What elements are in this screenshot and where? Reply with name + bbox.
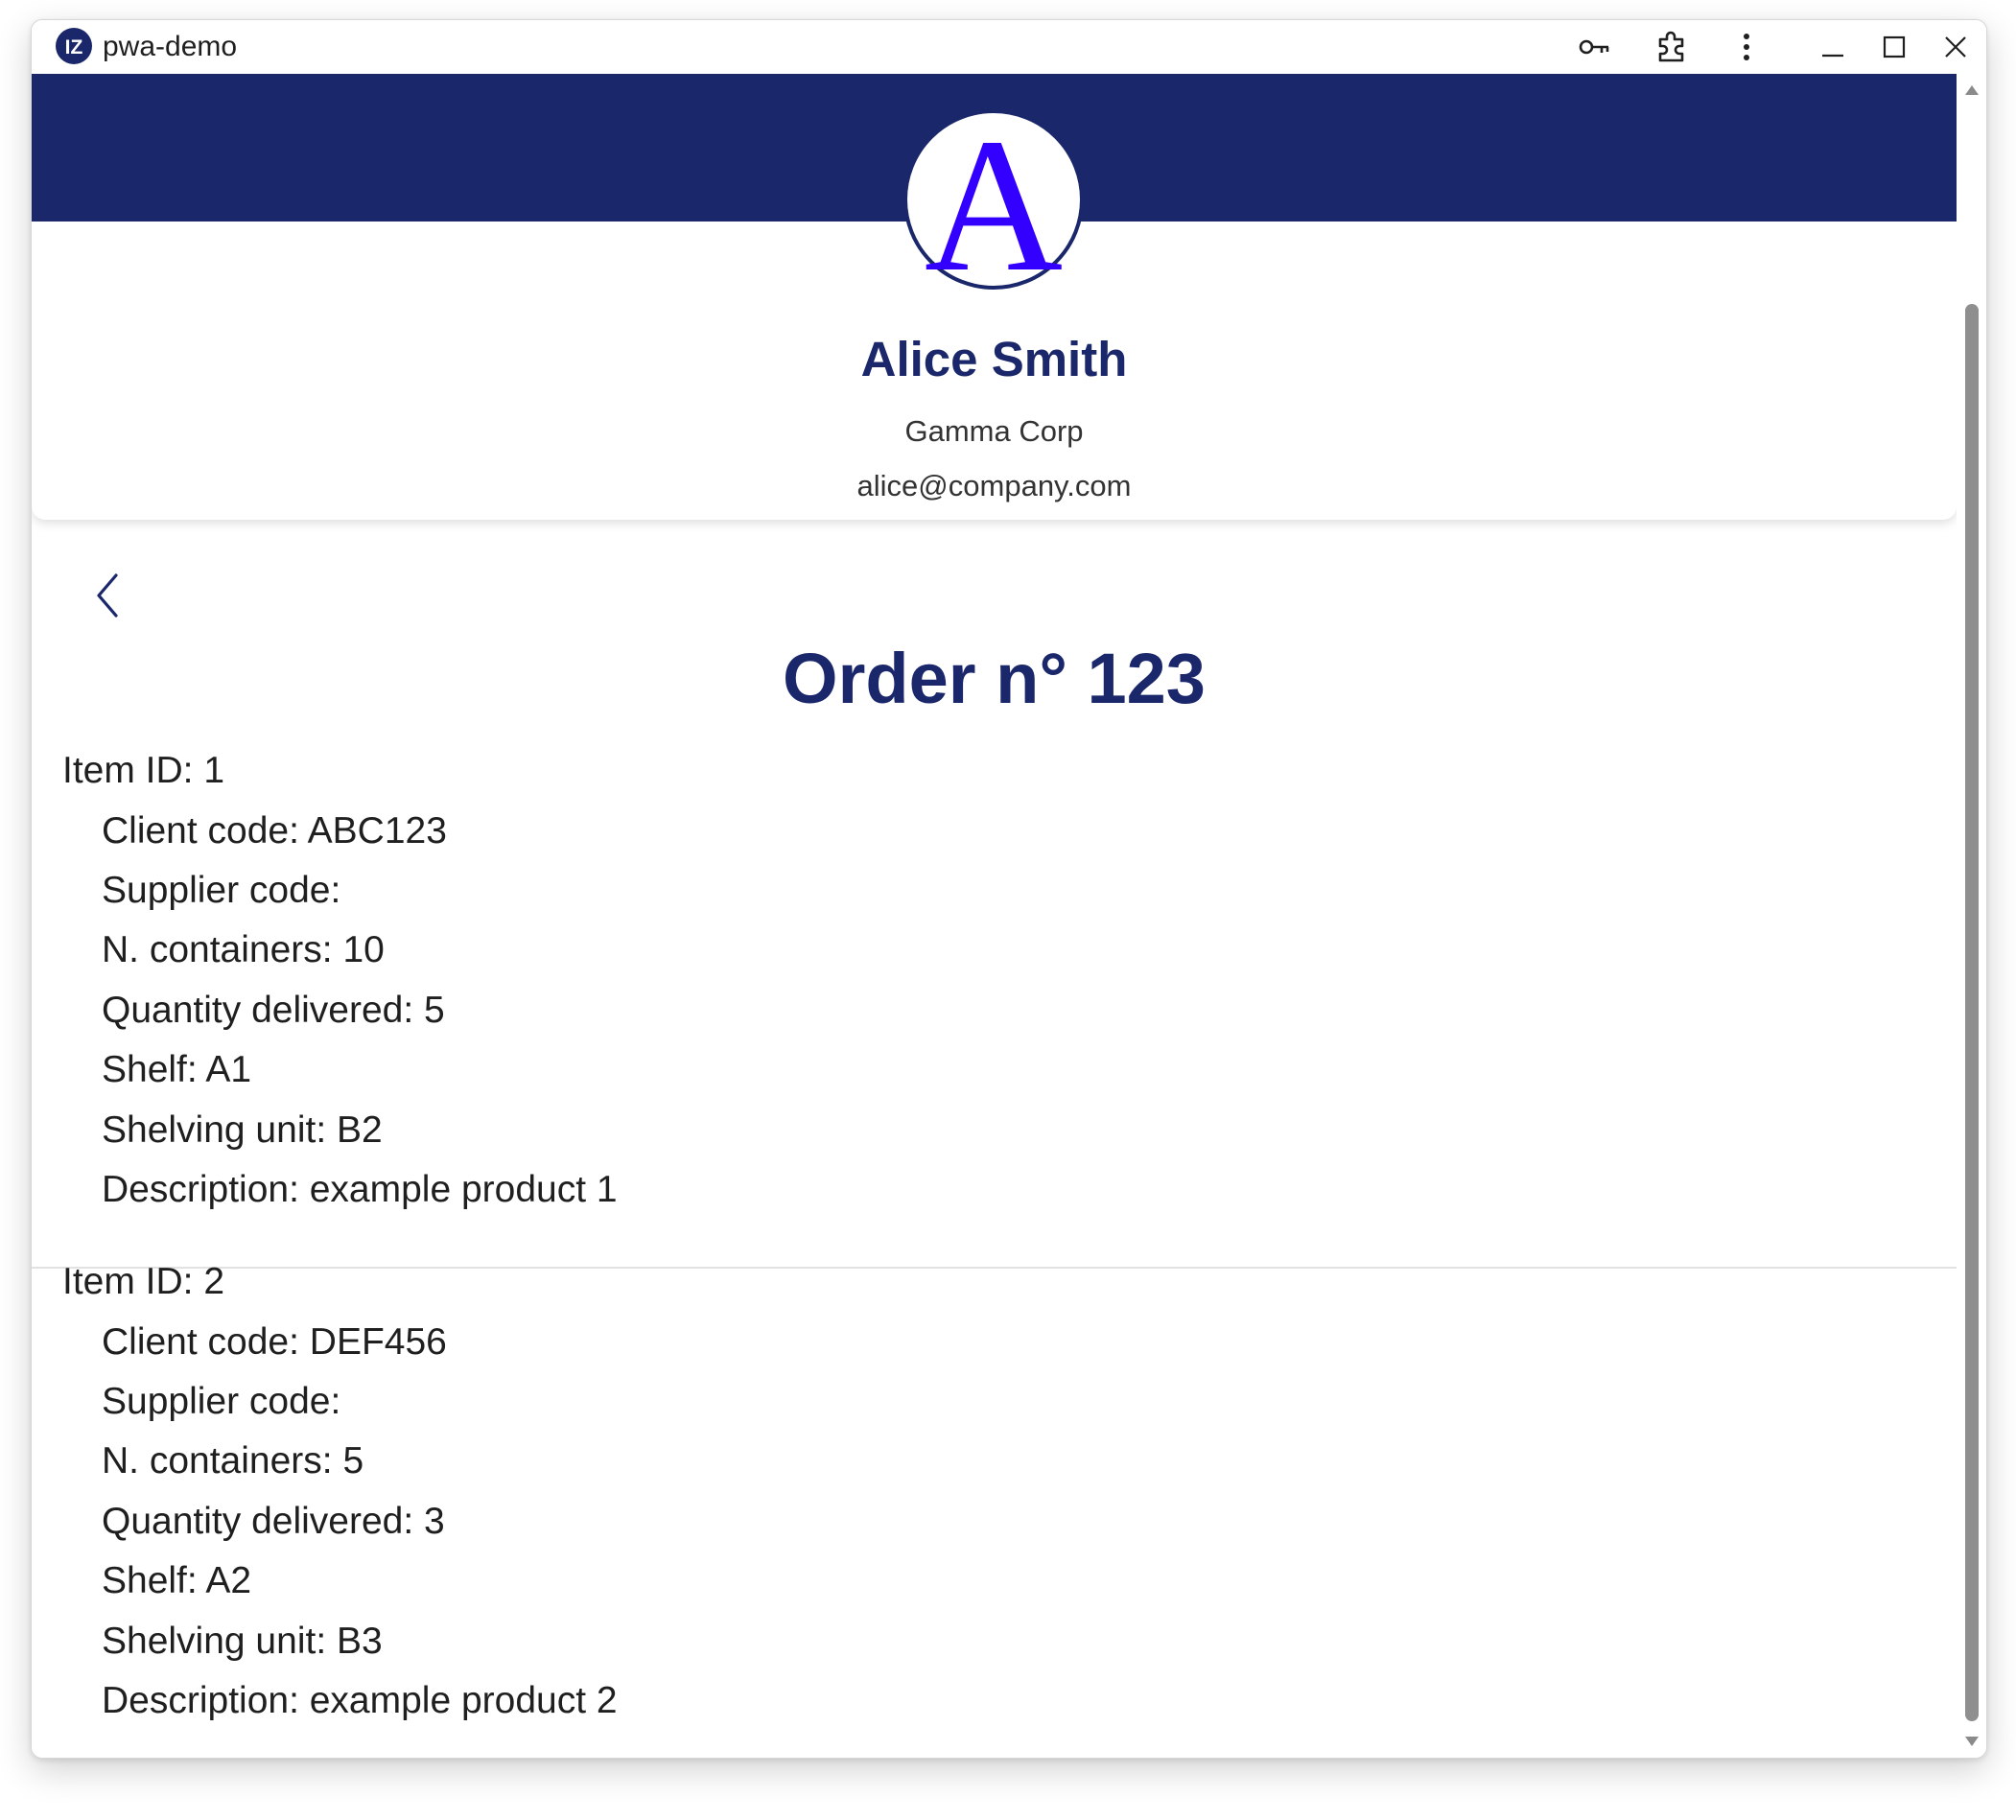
more-options-icon (1744, 34, 1749, 60)
user-company: Gamma Corp (904, 414, 1084, 448)
item-divider (32, 1267, 1957, 1269)
app-logo-icon: IZ (56, 28, 92, 64)
item-id: Item ID: 1 (62, 750, 225, 791)
avatar-letter: A (925, 108, 1063, 291)
avatar: A (903, 108, 1084, 291)
item-shelf: Shelf: A1 (102, 1049, 252, 1090)
item-quantity-delivered: Quantity delivered: 3 (102, 1501, 445, 1542)
item-id: Item ID: 2 (62, 1261, 225, 1302)
extensions-button[interactable] (1651, 28, 1693, 66)
back-button[interactable] (83, 567, 131, 624)
user-email: alice@company.com (856, 469, 1132, 502)
app-window: IZ pwa-demo A Alice Smith Gamma Corp ali… (31, 19, 1987, 1759)
item-supplier-code: Supplier code: (102, 1381, 341, 1422)
item-client-code: Client code: DEF456 (102, 1321, 447, 1363)
maximize-icon (1883, 35, 1906, 58)
item-description: Description: example product 2 (102, 1680, 618, 1721)
item-description: Description: example product 1 (102, 1169, 618, 1210)
minimize-button[interactable] (1812, 28, 1854, 66)
item-quantity-delivered: Quantity delivered: 5 (102, 990, 445, 1031)
close-icon (1945, 36, 1966, 58)
item-containers: N. containers: 10 (102, 929, 385, 970)
key-button[interactable] (1574, 28, 1616, 66)
item-containers: N. containers: 5 (102, 1440, 364, 1482)
item-client-code: Client code: ABC123 (102, 810, 447, 852)
key-icon (1579, 39, 1609, 55)
item-supplier-code: Supplier code: (102, 870, 341, 911)
close-button[interactable] (1934, 28, 1977, 66)
scroll-down-arrow-icon[interactable] (1965, 1737, 1979, 1746)
maximize-button[interactable] (1873, 28, 1915, 66)
scrollbar-thumb[interactable] (1965, 304, 1979, 1721)
item-shelf: Shelf: A2 (102, 1560, 252, 1601)
chevron-left-icon (97, 573, 118, 618)
title-bar: IZ pwa-demo (32, 20, 1986, 74)
extensions-icon (1658, 31, 1684, 62)
user-name: Alice Smith (860, 332, 1128, 386)
item-shelving-unit: Shelving unit: B2 (102, 1109, 383, 1151)
page-content: A Alice Smith Gamma Corp alice@company.c… (32, 74, 1957, 1758)
app-title: pwa-demo (103, 31, 238, 62)
item-shelving-unit: Shelving unit: B3 (102, 1621, 383, 1662)
more-options-button[interactable] (1725, 28, 1768, 66)
minimize-icon (1822, 54, 1843, 58)
scroll-up-arrow-icon[interactable] (1965, 85, 1979, 95)
order-title: Order n° 123 (783, 639, 1206, 718)
svg-text:IZ: IZ (65, 36, 83, 58)
vertical-scrollbar[interactable] (1957, 74, 1986, 1758)
